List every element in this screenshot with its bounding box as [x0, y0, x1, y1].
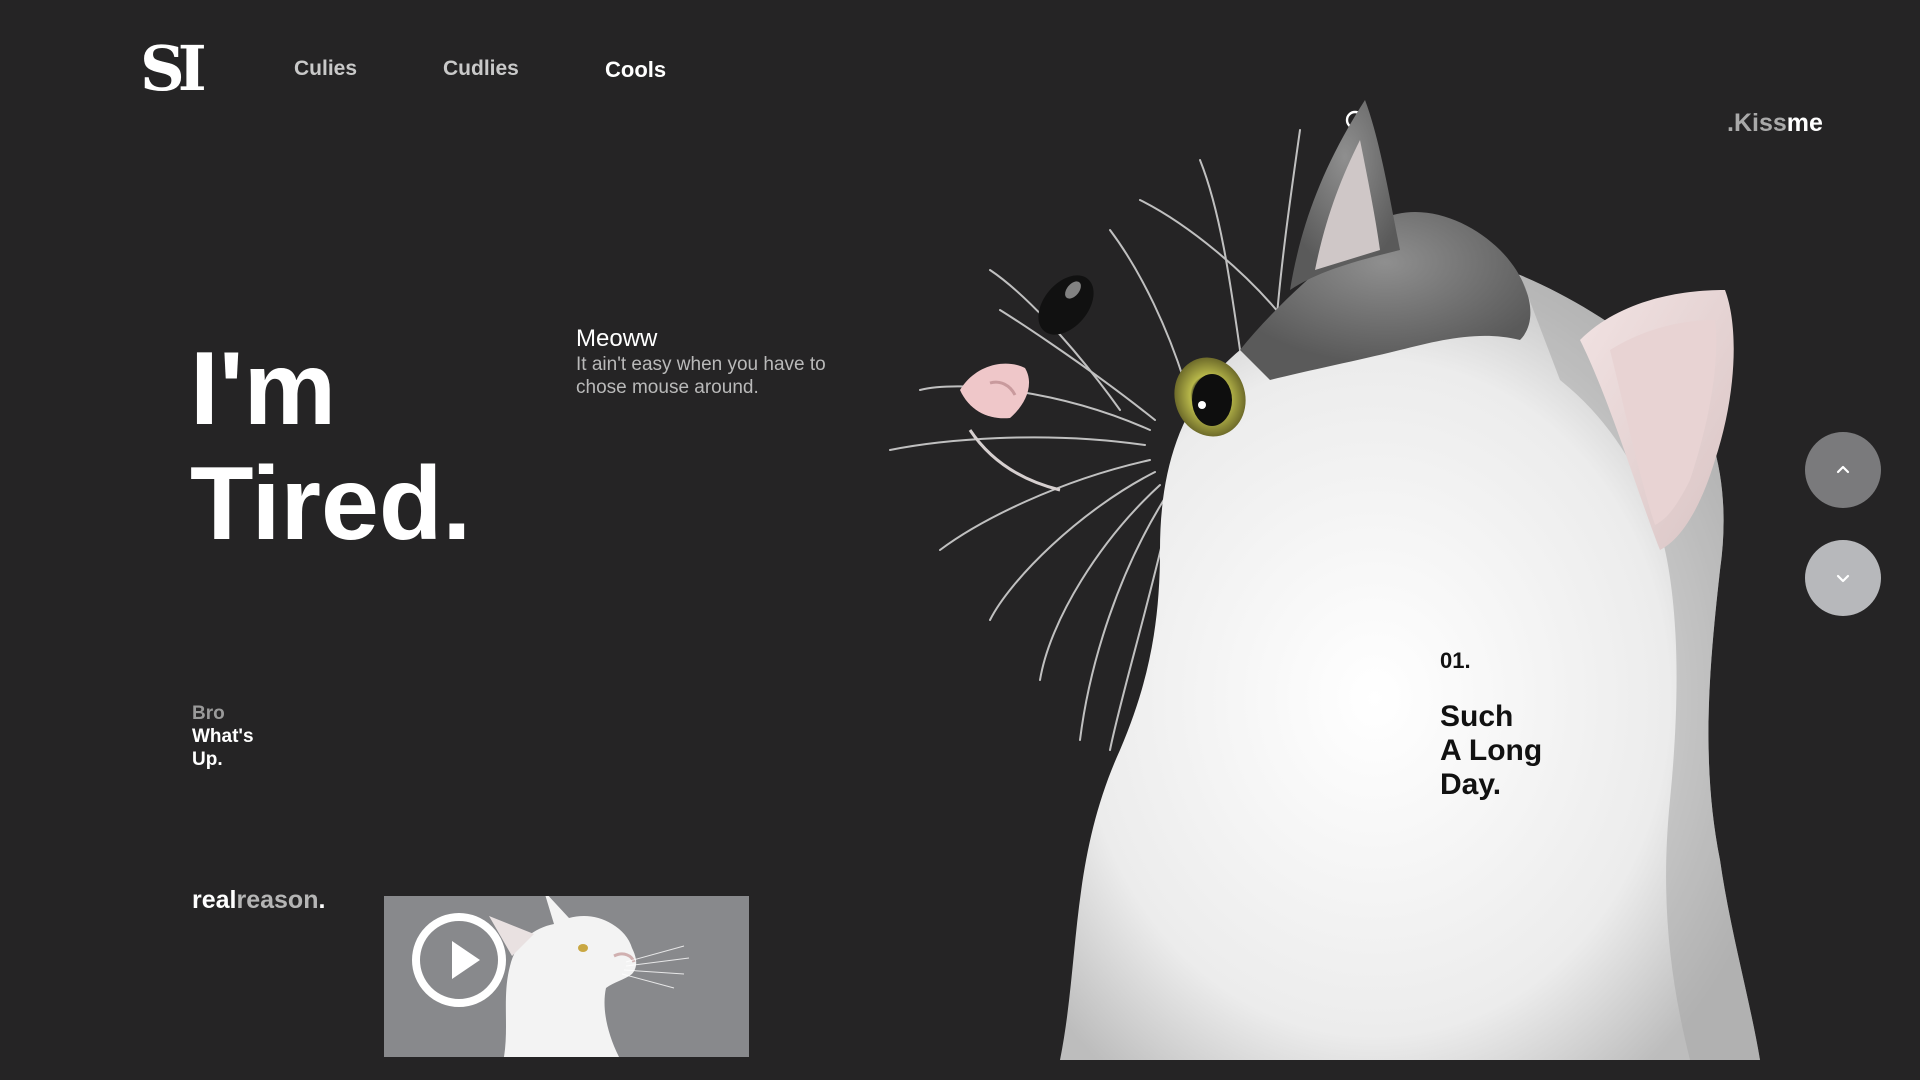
slide-caption-line-2: A Long — [1440, 734, 1543, 767]
side-caption-line-1: Bro — [192, 703, 225, 724]
page: SI Culies Cudlies Cools .Kissme I'm Tire… — [0, 0, 1920, 1080]
slide-caption: Such A Long Day. — [1440, 700, 1542, 802]
slide-caption-line-1: Such — [1440, 700, 1514, 733]
side-caption-line-3: Up. — [192, 749, 223, 770]
side-caption: Bro What's Up. — [192, 702, 254, 771]
play-icon[interactable] — [412, 913, 506, 1007]
logo[interactable]: SI — [140, 38, 207, 100]
cat-image — [889, 100, 1760, 1060]
nav-item-cools[interactable]: Cools — [605, 57, 666, 83]
video-thumbnail[interactable] — [384, 896, 749, 1057]
realreason-part-1: real — [192, 886, 237, 914]
realreason-part-3: . — [318, 886, 326, 914]
realreason-label: realreason. — [192, 886, 325, 915]
hero-title-line-1: I'm — [190, 331, 337, 447]
nav-item-culies[interactable]: Culies — [294, 57, 357, 81]
slide-number: 01. — [1440, 648, 1471, 673]
realreason-part-2: reason — [236, 886, 319, 914]
chevron-down-icon — [1836, 574, 1850, 583]
side-caption-line-2: What's — [192, 726, 254, 747]
prev-slide-button[interactable] — [1805, 432, 1881, 508]
nav-item-cudlies[interactable]: Cudlies — [443, 57, 519, 81]
slide-caption-line-3: Day. — [1440, 768, 1502, 801]
chevron-up-icon — [1836, 465, 1850, 474]
next-slide-button[interactable] — [1805, 540, 1881, 616]
hero-title-line-2: Tired. — [190, 446, 472, 562]
hero-title: I'm Tired. — [190, 332, 471, 562]
